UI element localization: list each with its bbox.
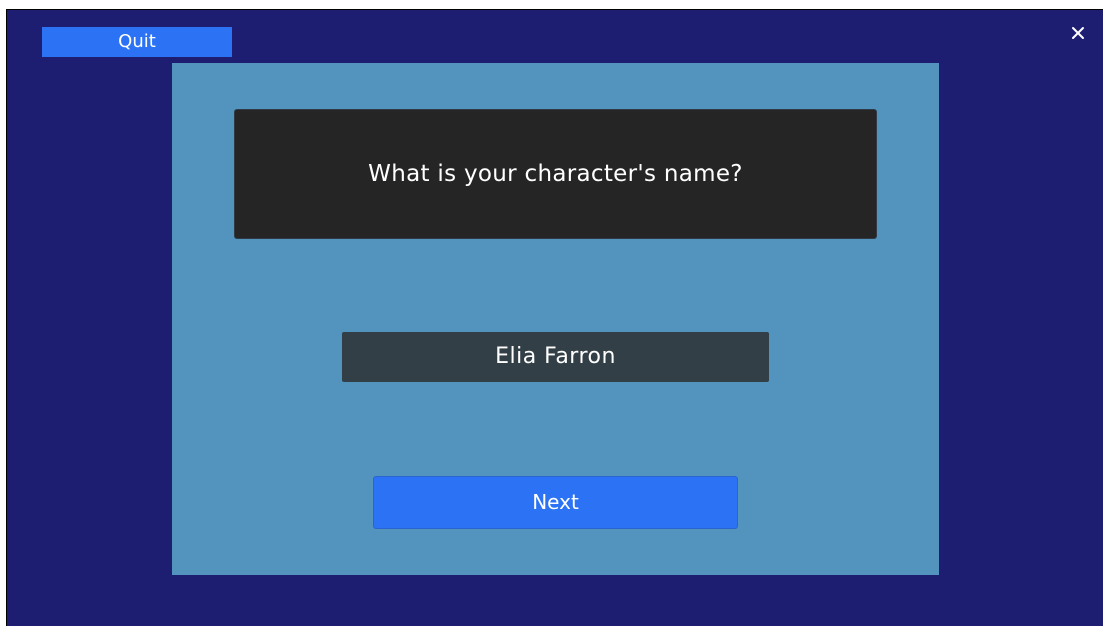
question-box: What is your character's name? [235,110,876,238]
next-button[interactable]: Next [374,477,737,528]
close-icon [1065,20,1091,46]
question-text: What is your character's name? [368,161,743,187]
character-name-input[interactable]: Elia Farron [342,332,769,382]
close-button[interactable] [1065,20,1091,46]
game-window: Quit What is your character's name? Elia… [6,9,1103,626]
character-creation-panel: What is your character's name? Elia Farr… [172,63,939,575]
quit-button[interactable]: Quit [42,27,232,57]
